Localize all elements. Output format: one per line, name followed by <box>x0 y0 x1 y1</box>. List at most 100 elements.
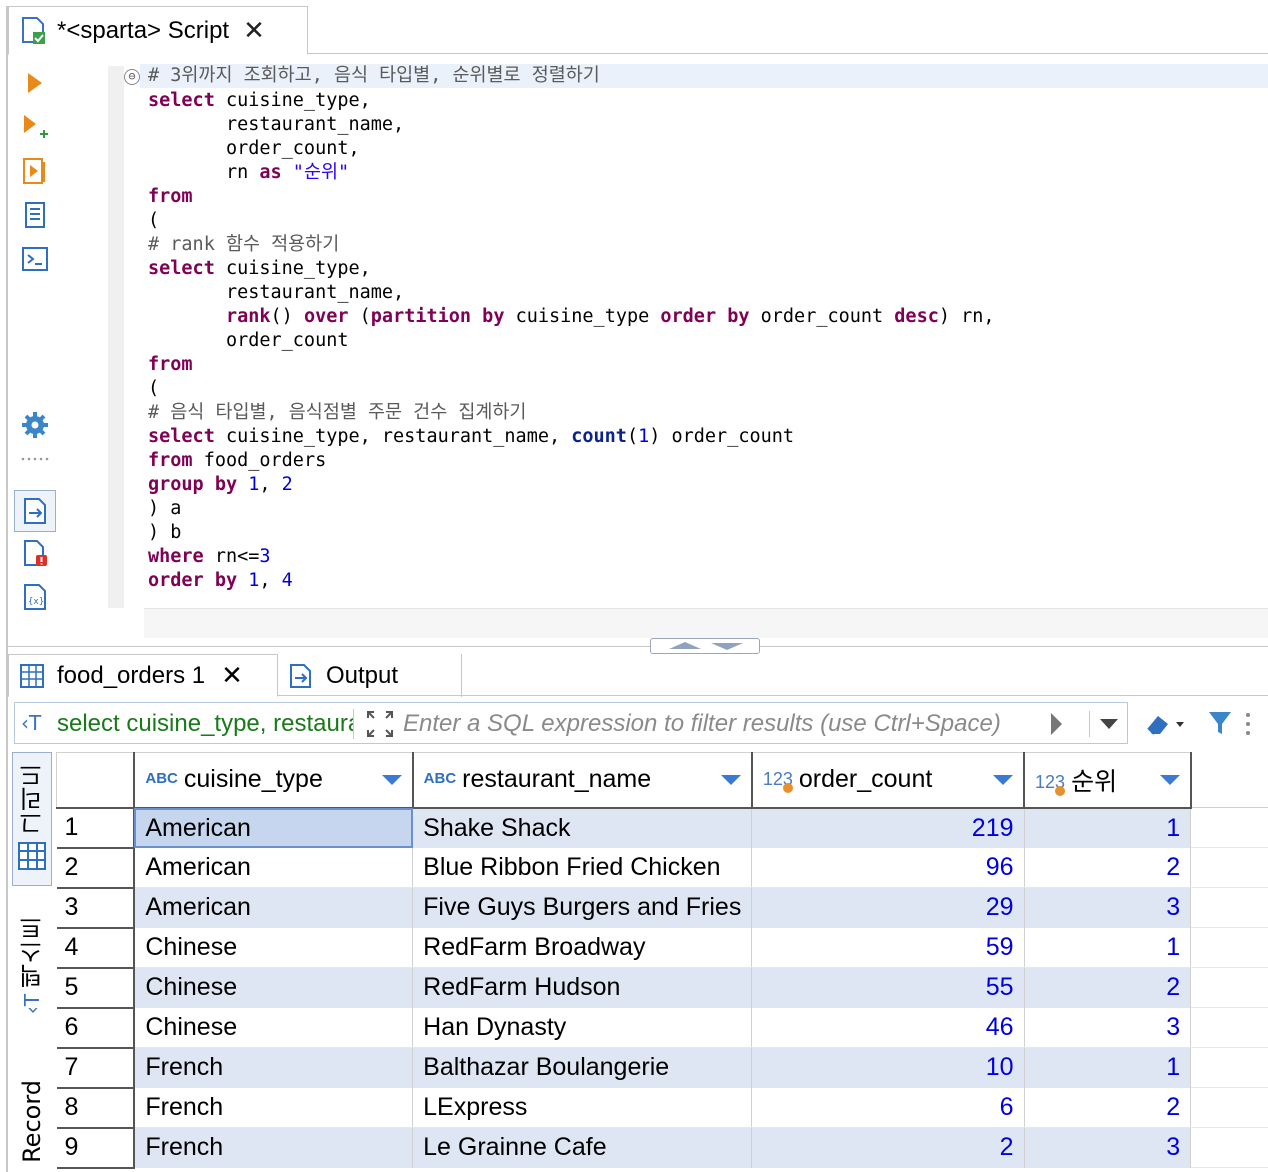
order-count-cell[interactable]: 55 <box>751 967 1025 1008</box>
results-tab-bar: food_orders 1 ✕ Output <box>8 654 1268 697</box>
close-icon[interactable]: ✕ <box>243 16 265 46</box>
editor-horizontal-scroll-area[interactable] <box>144 608 1268 638</box>
table-row[interactable]: 2 American Blue Ribbon Fried Chicken 96 2 <box>56 847 1268 889</box>
restaurant-name-cell[interactable]: Shake Shack <box>412 807 753 848</box>
row-number-cell[interactable]: 3 <box>56 887 136 929</box>
cuisine-type-cell[interactable]: American <box>134 887 414 928</box>
order-count-cell[interactable]: 10 <box>751 1047 1025 1088</box>
settings-button[interactable] <box>20 410 50 440</box>
filter-history-dropdown[interactable] <box>1089 711 1125 737</box>
row-number-cell[interactable]: 6 <box>56 1007 136 1049</box>
order-count-cell[interactable]: 46 <box>751 1007 1025 1048</box>
clear-filter-button[interactable] <box>1144 708 1188 738</box>
row-number-cell[interactable]: 5 <box>56 967 136 1009</box>
execute-script-button[interactable] <box>20 156 50 186</box>
number-type-icon: 123 <box>1035 772 1065 796</box>
tab-text-view[interactable]: 텍스트 ‹T <box>12 912 52 1032</box>
cuisine-type-cell[interactable]: French <box>134 1127 414 1168</box>
rank-cell[interactable]: 3 <box>1024 1127 1192 1168</box>
row-number-cell[interactable]: 2 <box>56 847 136 889</box>
row-number-cell[interactable]: 7 <box>56 1047 136 1089</box>
row-number-cell[interactable]: 4 <box>56 927 136 969</box>
order-count-cell[interactable]: 59 <box>751 927 1025 968</box>
rank-cell[interactable]: 2 <box>1024 847 1192 888</box>
column-header-order-count[interactable]: 123 order_count <box>751 752 1026 809</box>
variables-icon: {x} <box>24 584 46 610</box>
column-header-restaurant-name[interactable]: ABC restaurant_name <box>412 752 753 809</box>
column-header-rank[interactable]: 123 순위 <box>1023 752 1192 809</box>
tab-record-view[interactable]: Record <box>12 1074 52 1172</box>
order-count-cell[interactable]: 2 <box>751 1127 1025 1168</box>
restaurant-name-cell[interactable]: Le Grainne Cafe <box>412 1127 753 1168</box>
expand-editor-icon[interactable] <box>365 709 395 739</box>
restaurant-name-cell[interactable]: Balthazar Boulangerie <box>412 1047 753 1088</box>
table-row[interactable]: 3 American Five Guys Burgers and Fries 29 3 <box>56 887 1268 929</box>
column-header-cuisine-type[interactable]: ABC cuisine_type <box>133 752 414 809</box>
cuisine-type-cell[interactable]: French <box>134 1087 414 1128</box>
table-row[interactable]: 5 Chinese RedFarm Hudson 55 2 <box>56 967 1268 1009</box>
cuisine-type-cell[interactable]: Chinese <box>134 1007 414 1048</box>
tab-grid-view[interactable]: 그리드 <box>12 752 52 886</box>
rank-cell[interactable]: 1 <box>1024 807 1192 848</box>
restaurant-name-cell[interactable]: LExpress <box>412 1087 753 1128</box>
rank-cell[interactable]: 3 <box>1024 887 1192 928</box>
fold-collapse-icon[interactable]: ⊖ <box>124 69 140 85</box>
cuisine-type-cell[interactable]: American <box>134 807 414 848</box>
order-count-cell[interactable]: 29 <box>751 887 1025 928</box>
code-line: # 음식 타입별, 음식점별 주문 건수 집계하기 <box>148 402 527 423</box>
column-menu-arrow-icon[interactable] <box>1159 775 1180 785</box>
table-row[interactable]: 1 American Shake Shack 219 1 <box>56 807 1268 849</box>
filter-funnel-icon[interactable] <box>1206 708 1234 738</box>
rank-cell[interactable]: 1 <box>1024 927 1192 968</box>
table-row[interactable]: 9 French Le Grainne Cafe 2 3 <box>56 1127 1268 1169</box>
restaurant-name-cell[interactable]: Han Dynasty <box>412 1007 753 1048</box>
restaurant-name-cell[interactable]: RedFarm Broadway <box>412 927 753 968</box>
explain-plan-button[interactable] <box>20 200 50 230</box>
order-count-cell[interactable]: 219 <box>751 807 1025 848</box>
apply-filter-icon[interactable] <box>1051 713 1062 735</box>
close-icon[interactable]: ✕ <box>221 661 243 691</box>
show-results-panel-button[interactable] <box>14 490 56 532</box>
restaurant-name-cell[interactable]: Five Guys Burgers and Fries <box>412 887 753 928</box>
cuisine-type-cell[interactable]: Chinese <box>134 967 414 1008</box>
more-options-icon[interactable] <box>1244 710 1252 738</box>
table-row[interactable]: 6 Chinese Han Dynasty 46 3 <box>56 1007 1268 1049</box>
row-number-cell[interactable]: 9 <box>56 1127 136 1169</box>
row-filler <box>1190 927 1268 968</box>
row-number-header[interactable] <box>56 752 136 809</box>
rank-cell[interactable]: 1 <box>1024 1047 1192 1088</box>
table-row[interactable]: 4 Chinese RedFarm Broadway 59 1 <box>56 927 1268 969</box>
cuisine-type-cell[interactable]: American <box>134 847 414 888</box>
table-row[interactable]: 8 French LExpress 6 2 <box>56 1087 1268 1129</box>
execute-statement-button[interactable] <box>20 68 50 98</box>
restaurant-name-cell[interactable]: RedFarm Hudson <box>412 967 753 1008</box>
rank-cell[interactable]: 2 <box>1024 967 1192 1008</box>
order-count-cell[interactable]: 6 <box>751 1087 1025 1128</box>
execute-in-new-tab-button[interactable] <box>20 112 50 142</box>
cuisine-type-cell[interactable]: French <box>134 1047 414 1088</box>
rank-cell[interactable]: 2 <box>1024 1087 1192 1128</box>
splitter-toggle-handle[interactable] <box>650 638 760 654</box>
row-number-cell[interactable]: 8 <box>56 1087 136 1129</box>
panel-splitter <box>8 646 1268 647</box>
code-line: order_count, <box>148 138 360 159</box>
row-number-cell[interactable]: 1 <box>56 807 136 849</box>
table-row[interactable]: 7 French Balthazar Boulangerie 10 1 <box>56 1047 1268 1089</box>
tab-output[interactable]: Output <box>278 654 462 697</box>
vtab-label: Record <box>18 1080 46 1163</box>
open-console-button[interactable] <box>20 244 50 274</box>
cuisine-type-cell[interactable]: Chinese <box>134 927 414 968</box>
column-menu-arrow-icon[interactable] <box>720 775 741 785</box>
filter-expression-input[interactable] <box>403 707 1043 741</box>
restaurant-name-cell[interactable]: Blue Ribbon Fried Chicken <box>412 847 753 888</box>
column-menu-arrow-icon[interactable] <box>381 775 402 785</box>
tab-sparta-script[interactable]: *<sparta> Script ✕ <box>8 6 308 55</box>
order-count-cell[interactable]: 96 <box>751 847 1025 888</box>
rank-cell[interactable]: 3 <box>1024 1007 1192 1048</box>
grid-icon <box>18 842 46 870</box>
sql-query-preview[interactable]: select cuisine_type, restaurant_name, or… <box>57 709 353 739</box>
tab-food-orders-results[interactable]: food_orders 1 ✕ <box>8 654 278 697</box>
show-variables-button[interactable]: {x} <box>20 582 50 612</box>
column-menu-arrow-icon[interactable] <box>993 775 1014 785</box>
show-problems-button[interactable] <box>20 538 50 568</box>
